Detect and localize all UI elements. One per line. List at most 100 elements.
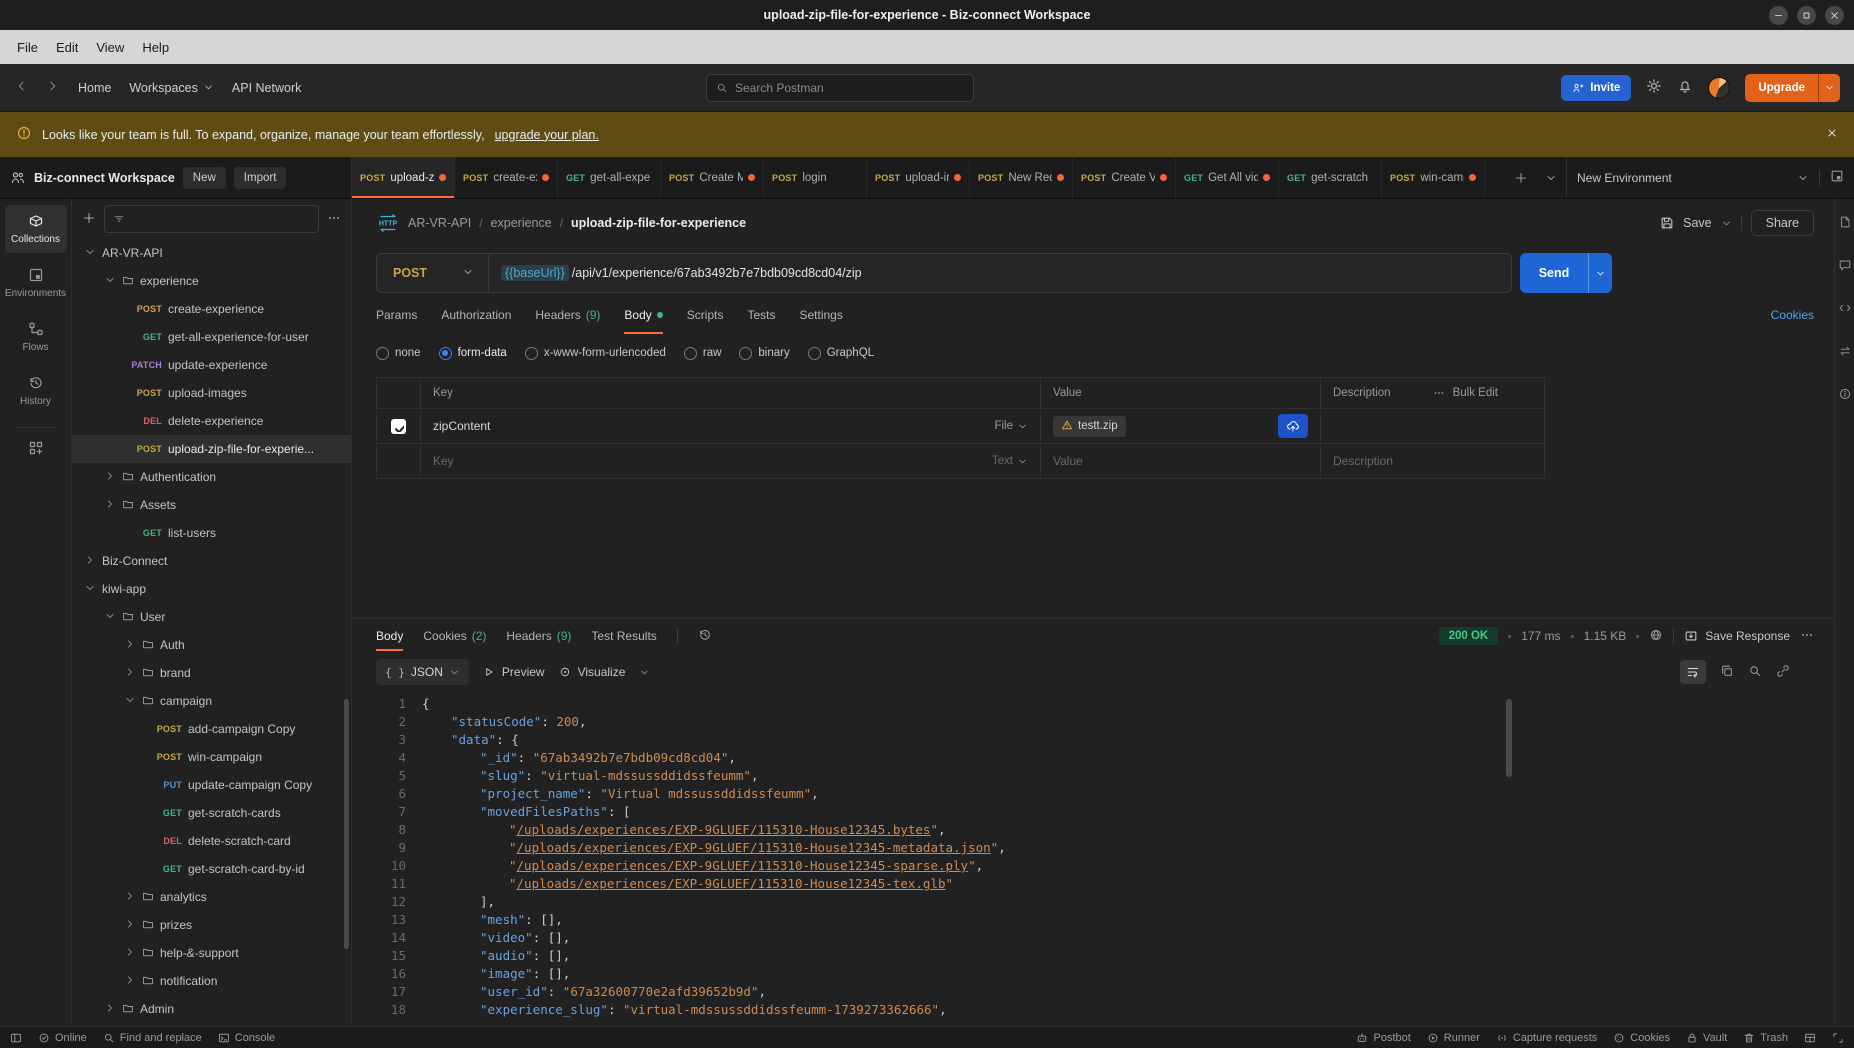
info-icon[interactable]: [1838, 387, 1852, 404]
environment-quicklook-icon[interactable]: [1830, 169, 1844, 186]
statusbar-console[interactable]: Console: [218, 1032, 275, 1044]
tree-request-create-experience[interactable]: POSTcreate-experience: [72, 295, 351, 323]
form-key[interactable]: zipContent: [433, 419, 490, 433]
body-mode-form-data[interactable]: form-data: [439, 347, 507, 360]
response-time[interactable]: 177 ms: [1521, 629, 1560, 643]
save-response-button[interactable]: Save Response: [1684, 629, 1790, 643]
new-button[interactable]: New: [183, 167, 226, 189]
statusbar-online[interactable]: Online: [38, 1032, 87, 1044]
nav-forward-icon[interactable]: [46, 79, 60, 96]
share-button[interactable]: Share: [1751, 210, 1814, 236]
tab-list-chevron-icon[interactable]: [1536, 157, 1566, 198]
import-button[interactable]: Import: [234, 167, 287, 189]
body-mode-none[interactable]: none: [376, 347, 421, 360]
link-icon[interactable]: [1776, 664, 1790, 681]
nav-back-icon[interactable]: [14, 79, 28, 96]
response-url-link[interactable]: /uploads/experiences/EXP-9GLUEF/115310-H…: [517, 822, 931, 837]
rail-more-grid-icon[interactable]: [28, 440, 44, 459]
tree-folder-campaign[interactable]: campaign: [72, 687, 351, 715]
sidebar-add-icon[interactable]: [82, 211, 96, 228]
statusbar-postbot[interactable]: Postbot: [1356, 1032, 1410, 1044]
tab-headers[interactable]: Headers (9): [535, 308, 600, 322]
response-url-link[interactable]: /uploads/experiences/EXP-9GLUEF/115310-H…: [517, 858, 969, 873]
tree-collection-kiwi-app[interactable]: kiwi-app: [72, 575, 351, 603]
tree-collection-ar-vr-api[interactable]: AR-VR-API: [72, 239, 351, 267]
tree-folder-analytics[interactable]: analytics: [72, 883, 351, 911]
url-input[interactable]: {{baseUrl}} /api/v1/experience/67ab3492b…: [489, 254, 874, 292]
save-button[interactable]: Save: [1683, 216, 1712, 230]
statusbar-runner[interactable]: Runner: [1427, 1032, 1480, 1044]
tree-folder-experience[interactable]: experience: [72, 267, 351, 295]
tree-request-update-experience[interactable]: PATCHupdate-experience: [72, 351, 351, 379]
sidebar-filter-input[interactable]: [104, 205, 319, 233]
response-more-icon[interactable]: [1800, 628, 1814, 645]
statusbar-expand[interactable]: [1832, 1032, 1844, 1044]
tree-folder-prizes[interactable]: prizes: [72, 911, 351, 939]
maximize-button[interactable]: [1797, 6, 1816, 25]
row-enabled-checkbox[interactable]: [391, 419, 406, 434]
tree-folder-notification[interactable]: notification: [72, 967, 351, 995]
upgrade-plan-link[interactable]: upgrade your plan.: [495, 128, 599, 142]
close-button[interactable]: [1825, 6, 1844, 25]
visualize-chevron-icon[interactable]: [639, 667, 650, 678]
tree-request-win-campaign[interactable]: POSTwin-campaign: [72, 743, 351, 771]
open-request-tab[interactable]: GETget-all-expe: [558, 157, 661, 198]
tree-folder-assets[interactable]: Assets: [72, 491, 351, 519]
nav-workspaces[interactable]: Workspaces: [129, 81, 214, 95]
description-placeholder[interactable]: Description: [1333, 454, 1393, 468]
body-mode-binary[interactable]: binary: [739, 347, 789, 360]
tree-collection-biz-connect[interactable]: Biz-Connect: [72, 547, 351, 575]
tab-tests[interactable]: Tests: [747, 308, 775, 322]
tree-folder-authentication[interactable]: Authentication: [72, 463, 351, 491]
response-tab-headers[interactable]: Headers (9): [506, 629, 571, 643]
bulk-edit-button[interactable]: Bulk Edit: [1433, 387, 1498, 399]
tree-request-update-campaign-copy[interactable]: PUTupdate-campaign Copy: [72, 771, 351, 799]
tree-request-get-scratch-card-by-id[interactable]: GETget-scratch-card-by-id: [72, 855, 351, 883]
code-snippet-icon[interactable]: [1838, 301, 1852, 318]
network-globe-icon[interactable]: [1649, 628, 1663, 645]
minimize-button[interactable]: [1769, 6, 1788, 25]
tree-request-upload-zip-file-for-experie-[interactable]: POSTupload-zip-file-for-experie...: [72, 435, 351, 463]
tree-folder-brand[interactable]: brand: [72, 659, 351, 687]
response-tab-body[interactable]: Body: [376, 629, 403, 643]
comments-icon[interactable]: [1838, 258, 1852, 275]
send-button[interactable]: Send: [1520, 253, 1612, 293]
tree-request-upload-images[interactable]: POSTupload-images: [72, 379, 351, 407]
breadcrumb-folder[interactable]: experience: [491, 216, 552, 230]
nav-api-network[interactable]: API Network: [232, 81, 301, 95]
tab-settings[interactable]: Settings: [799, 308, 842, 322]
key-placeholder[interactable]: Key: [433, 454, 454, 468]
tree-folder-auth[interactable]: Auth: [72, 631, 351, 659]
invite-button[interactable]: Invite: [1561, 75, 1631, 101]
related-requests-icon[interactable]: [1838, 344, 1852, 361]
open-request-tab[interactable]: POSTCreate Me: [661, 157, 764, 198]
search-input[interactable]: [735, 81, 964, 95]
notifications-bell-icon[interactable]: [1677, 78, 1693, 97]
menu-view[interactable]: View: [87, 40, 133, 55]
tab-body[interactable]: Body: [624, 308, 662, 322]
body-mode-raw[interactable]: raw: [684, 347, 722, 360]
type-dropdown[interactable]: Text: [992, 455, 1028, 467]
open-request-tab[interactable]: GETget-scratch: [1279, 157, 1382, 198]
nav-home[interactable]: Home: [78, 81, 111, 95]
open-request-tab[interactable]: POSTlogin: [764, 157, 867, 198]
tree-folder-user[interactable]: User: [72, 603, 351, 631]
tab-authorization[interactable]: Authorization: [441, 308, 511, 322]
open-request-tab[interactable]: POSTCreate Vic: [1073, 157, 1176, 198]
tab-params[interactable]: Params: [376, 308, 417, 322]
cookies-link[interactable]: Cookies: [1771, 308, 1814, 322]
banner-close-icon[interactable]: [1826, 127, 1838, 142]
response-tab-test-results[interactable]: Test Results: [591, 629, 656, 643]
new-tab-plus-icon[interactable]: [1506, 157, 1536, 198]
rail-item-flows[interactable]: Flows: [5, 313, 67, 361]
menu-file[interactable]: File: [8, 40, 47, 55]
upgrade-button[interactable]: Upgrade: [1745, 74, 1840, 102]
copy-icon[interactable]: [1720, 664, 1734, 681]
file-chip[interactable]: testt.zip: [1053, 416, 1126, 437]
upgrade-dropdown[interactable]: [1818, 74, 1840, 102]
statusbar-layout[interactable]: [1804, 1032, 1816, 1044]
file-upload-button[interactable]: [1278, 414, 1308, 438]
code-scrollbar[interactable]: [1506, 699, 1512, 777]
breadcrumb-request[interactable]: upload-zip-file-for-experience: [571, 216, 746, 230]
response-tab-cookies[interactable]: Cookies (2): [423, 629, 486, 643]
